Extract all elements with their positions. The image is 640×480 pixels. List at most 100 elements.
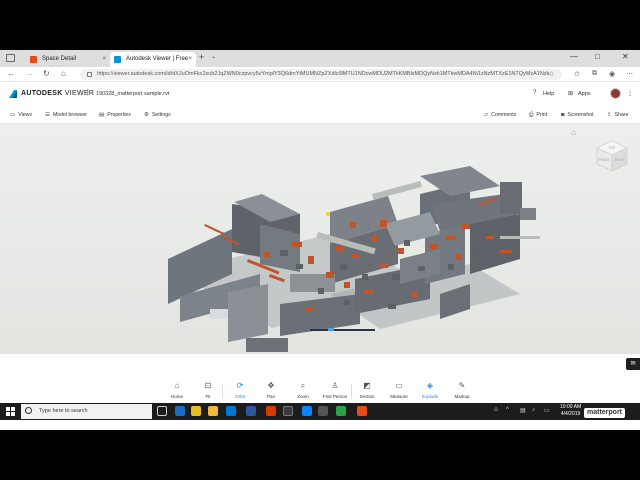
- settings-button[interactable]: ⚙ Settings: [144, 112, 171, 118]
- comments-icon: ▱: [484, 112, 489, 118]
- viewcube[interactable]: TOP FRONT RIGHT: [594, 138, 630, 174]
- browser-tab-space-detail[interactable]: Space Detail ×: [26, 52, 110, 67]
- home-icon[interactable]: ⌂: [61, 69, 66, 78]
- tool-markup[interactable]: ✎ Markup: [448, 381, 476, 399]
- app-header: AUTODESK VIEWER | 190328_matterport samp…: [0, 82, 640, 106]
- screenshot-button[interactable]: ◙ Screenshot: [561, 112, 594, 118]
- word-icon[interactable]: [246, 406, 256, 416]
- more-menu-icon[interactable]: ⋯: [626, 70, 633, 78]
- refresh-icon[interactable]: ↻: [43, 69, 50, 78]
- minimize-button[interactable]: —: [570, 52, 578, 61]
- taskbar-search-field[interactable]: Type here to search: [21, 404, 152, 419]
- ruler-icon: ▭: [395, 381, 403, 390]
- tab-actions-icon[interactable]: [6, 54, 15, 62]
- zoom-icon: ⌕: [300, 381, 306, 390]
- chrome-icon[interactable]: [191, 406, 201, 416]
- app-icon[interactable]: [302, 406, 312, 416]
- show-hidden-icons-icon[interactable]: ^: [506, 407, 509, 413]
- tool-section[interactable]: ◩ Section: [353, 381, 381, 399]
- tool-section-label: Section: [359, 394, 375, 399]
- chrome-icon[interactable]: [336, 406, 346, 416]
- model-browser-button[interactable]: ☰ Model browser: [45, 112, 87, 118]
- apps-button[interactable]: Apps: [578, 91, 591, 97]
- url-field[interactable]: https://viewer.autodesk.com/id/dXJuOmFkc…: [80, 69, 562, 80]
- tool-orbit[interactable]: ⟳ Orbit: [226, 381, 254, 399]
- camera-icon: ◙: [561, 112, 565, 118]
- calculator-icon[interactable]: [318, 406, 328, 416]
- pencil-icon: ✎: [458, 381, 466, 390]
- viewer-top-toolbar: ▭ Views ☰ Model browser ▤ Properties ⚙ Setti…: [0, 106, 640, 124]
- feedback-icon[interactable]: ✉: [626, 358, 640, 370]
- matterport-favicon-icon: [30, 56, 37, 63]
- model-browser-icon: ☰: [45, 112, 50, 118]
- forward-arrow-icon[interactable]: →: [25, 69, 33, 78]
- close-window-button[interactable]: ✕: [622, 52, 629, 61]
- tool-home[interactable]: ⌂ Home: [163, 381, 191, 399]
- apps-grid-icon[interactable]: ⊞: [568, 90, 573, 97]
- printer-icon: ⎙: [529, 112, 534, 118]
- new-tab-button[interactable]: +: [199, 52, 204, 62]
- tab-title: Space Detail: [42, 56, 77, 62]
- help-icon[interactable]: ?: [533, 90, 536, 96]
- fit-icon: ⊡: [204, 381, 212, 390]
- properties-label: Properties: [107, 112, 131, 118]
- favorites-bar-icon[interactable]: ✩: [574, 70, 580, 78]
- tool-first-person[interactable]: ♙ First Person: [321, 381, 349, 399]
- pan-icon: ✥: [267, 381, 275, 390]
- model-viewport[interactable]: ⌂ TOP FRONT RIGHT: [0, 124, 640, 354]
- tool-measure[interactable]: ▭ Measure: [385, 381, 413, 399]
- views-icon: ▭: [10, 112, 16, 118]
- matterport-app-icon[interactable]: [357, 406, 367, 416]
- toolbar-divider: [351, 384, 352, 398]
- tool-zoom-label: Zoom: [297, 394, 309, 399]
- settings-label: Settings: [151, 112, 171, 118]
- volume-icon[interactable]: ♪: [532, 407, 535, 413]
- back-arrow-icon[interactable]: ←: [7, 69, 15, 78]
- close-tab-icon[interactable]: ×: [188, 52, 192, 67]
- tool-measure-label: Measure: [390, 394, 408, 399]
- favorite-star-icon[interactable]: ☆: [548, 70, 554, 78]
- profile-icon[interactable]: ◉: [609, 70, 615, 78]
- help-button[interactable]: Help: [543, 91, 554, 97]
- tool-zoom[interactable]: ⌕ Zoom: [289, 381, 317, 399]
- avatar[interactable]: [610, 88, 621, 99]
- close-tab-icon[interactable]: ×: [102, 52, 106, 67]
- app-icon[interactable]: [266, 406, 276, 416]
- app-icon[interactable]: [283, 406, 293, 416]
- task-view-icon[interactable]: [157, 406, 167, 416]
- comments-button[interactable]: ▱ Comments: [484, 112, 516, 118]
- brand-autodesk: AUTODESK: [21, 90, 63, 97]
- explode-icon: ◈: [426, 381, 434, 390]
- tool-markup-label: Markup: [454, 394, 470, 399]
- maximize-button[interactable]: □: [595, 52, 600, 61]
- file-explorer-icon[interactable]: [208, 406, 218, 416]
- views-button[interactable]: ▭ Views: [10, 112, 32, 118]
- exploded-model-canvas[interactable]: [0, 124, 640, 354]
- more-vertical-icon[interactable]: ⋮: [627, 90, 633, 97]
- network-icon[interactable]: ▤: [520, 407, 526, 414]
- tab-menu-icon[interactable]: ⌄: [211, 53, 216, 60]
- screen: Space Detail × Autodesk Viewer | Free × …: [0, 50, 640, 430]
- browser-tab-autodesk-viewer[interactable]: Autodesk Viewer | Free ×: [110, 52, 196, 67]
- clock[interactable]: 10:00 AM 4/4/2019: [560, 404, 581, 418]
- model-browser-label: Model browser: [52, 112, 87, 118]
- edge-icon[interactable]: [175, 406, 185, 416]
- comments-label: Comments: [491, 112, 517, 118]
- tool-fit[interactable]: ⊡ Fit: [194, 381, 222, 399]
- reading-list-icon[interactable]: ⧉: [592, 70, 597, 78]
- tool-home-label: Home: [170, 394, 183, 399]
- print-button[interactable]: ⎙ Print: [529, 112, 547, 119]
- tool-explode-label: Explode: [421, 394, 439, 399]
- notification-icon[interactable]: ▭: [544, 407, 550, 414]
- properties-icon: ▤: [99, 112, 105, 118]
- viewer-bottom-toolbar: ⌂ Home ⊡ Fit ⟳ Orbit ✥ Pan ⌕ Zoom ♙ First Pers…: [0, 378, 640, 403]
- people-icon[interactable]: ☺: [493, 407, 499, 413]
- viewcube-right-label: RIGHT: [615, 158, 625, 162]
- tool-pan[interactable]: ✥ Pan: [257, 381, 285, 399]
- share-button[interactable]: ⇪ Share: [607, 112, 628, 118]
- viewcube-home-icon[interactable]: ⌂: [571, 128, 576, 137]
- properties-button[interactable]: ▤ Properties: [99, 112, 131, 118]
- mail-icon[interactable]: [226, 406, 236, 416]
- tool-explode[interactable]: ◈ Explode: [416, 381, 444, 399]
- windows-start-icon[interactable]: [6, 407, 15, 416]
